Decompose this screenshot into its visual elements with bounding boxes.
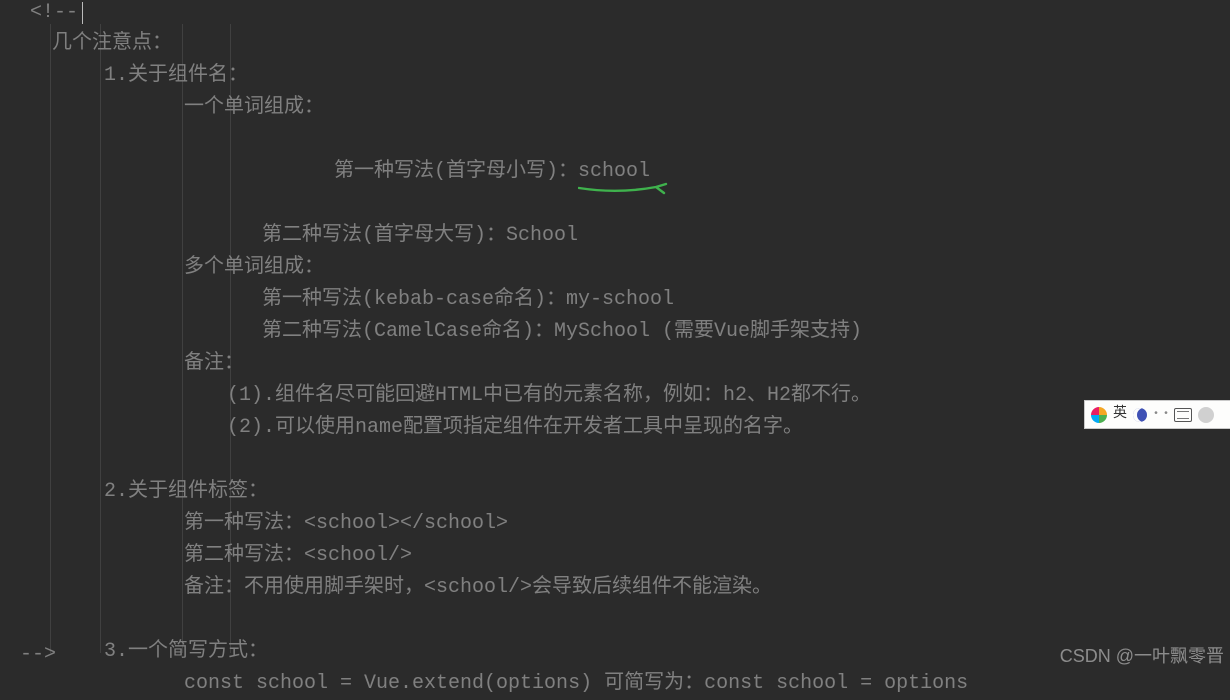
ime-logo-icon [1091, 407, 1107, 423]
single-word-title: 一个单词组成： [52, 92, 1230, 124]
keyboard-icon[interactable] [1174, 408, 1192, 422]
comment-close-token: --> [20, 639, 56, 671]
code-editor: <!-- 几个注意点： 1.关于组件名： 一个单词组成： 第一种写法(首字母小写… [0, 0, 1230, 673]
section-1-note-1: (1).组件名尽可能回避HTML中已有的元素名称，例如：h2、H2都不行。 [52, 380, 1230, 412]
section-1-note-2: (2).可以使用name配置项指定组件在开发者工具中呈现的名字。 [52, 412, 1230, 444]
section-2-note: 备注：不用使用脚手架时，<school/>会导致后续组件不能渲染。 [52, 572, 1230, 604]
section-1-note-title: 备注： [52, 348, 1230, 380]
csdn-watermark: CSDN @一叶飘零晋 [1060, 642, 1224, 671]
text-cursor [82, 2, 83, 24]
section-2-title: 2.关于组件标签： [52, 476, 1230, 508]
section-1-title: 1.关于组件名： [52, 60, 1230, 92]
dots-icon: • • [1153, 407, 1168, 423]
avatar-icon[interactable] [1198, 407, 1214, 423]
section-2-method-1: 第一种写法：<school></school> [52, 508, 1230, 540]
line-comment-open: <!-- [2, 0, 1230, 26]
single-word-method-2: 第二种写法(首字母大写)：School [52, 220, 1230, 252]
ime-toolbar[interactable]: 英 • • [1084, 400, 1230, 429]
section-3-title: 3.一个简写方式： [52, 636, 1230, 668]
multi-word-title: 多个单词组成： [52, 252, 1230, 284]
section-2-method-2: 第二种写法：<school/> [52, 540, 1230, 572]
single-word-method-1: 第一种写法(首字母小写)：school [52, 124, 1230, 220]
highlight-underline-icon [578, 182, 650, 192]
ime-lang-label[interactable]: 英 [1113, 403, 1127, 425]
heading-notes: 几个注意点： [52, 28, 1230, 60]
moon-icon[interactable] [1133, 408, 1147, 422]
method-1-value: school [578, 160, 650, 183]
multi-word-method-1: 第一种写法(kebab-case命名)：my-school [52, 284, 1230, 316]
multi-word-method-2: 第二种写法(CamelCase命名)：MySchool (需要Vue脚手架支持) [52, 316, 1230, 348]
comment-open-token: <!-- [2, 0, 78, 29]
method-1-label: 第一种写法(首字母小写)： [334, 160, 578, 183]
